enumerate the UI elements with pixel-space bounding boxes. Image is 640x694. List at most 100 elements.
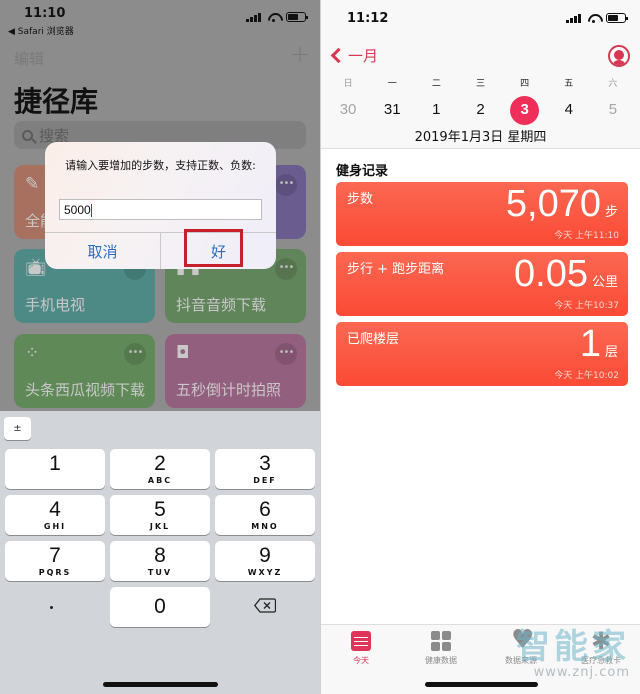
back-to-safari-link[interactable]: ◀ Safari 浏览器	[8, 24, 74, 37]
status-time: 11:12	[347, 11, 389, 26]
key-6[interactable]: 6 MNO	[215, 495, 315, 535]
key-letters: WXYZ	[247, 568, 283, 577]
page-title: 捷径库	[14, 85, 99, 118]
grid-icon	[431, 631, 451, 651]
watermark-logo: 智能家	[516, 627, 630, 667]
metric-value: 1	[579, 323, 601, 365]
weekday-header: 日 一 二 三 四 五 六	[326, 76, 635, 89]
key-letters: ABC	[147, 476, 173, 485]
steps-input[interactable]: 5000	[59, 199, 262, 220]
key-letters: PQRS	[38, 568, 72, 577]
tab-bar: 今天 健康数据 数据来源 医疗急救卡 智能家 www.znj.com	[321, 624, 640, 694]
metric-unit: 公里	[591, 275, 618, 290]
back-label: 一月	[348, 47, 379, 65]
metric-unit: 步	[604, 205, 618, 220]
weekday-label: 一	[387, 79, 397, 89]
status-icons	[566, 13, 628, 23]
key-letters: MNO	[251, 522, 279, 531]
battery-icon	[286, 12, 308, 22]
key-9[interactable]: 9 WXYZ	[215, 541, 315, 581]
day-cell[interactable]: 5	[591, 96, 635, 124]
tab-today[interactable]: 今天	[329, 631, 393, 666]
key-1[interactable]: 1	[5, 449, 105, 489]
key-digit: 0	[154, 595, 166, 618]
day-cell[interactable]: 1	[414, 96, 458, 124]
key-0[interactable]: 0	[110, 587, 210, 627]
distance-card[interactable]: 步行 + 跑步距离 0.05 公里 今天 上午10:37	[336, 252, 628, 316]
shortcut-card[interactable]: ◘ ••• 五秒倒计时拍照	[165, 334, 306, 408]
weekday-label: 五	[564, 79, 574, 89]
shortcut-label: 五秒倒计时拍照	[176, 381, 282, 399]
home-indicator	[425, 682, 538, 687]
day-cell[interactable]: 30	[326, 96, 370, 124]
floors-card[interactable]: 已爬楼层 1层 今天 上午10:02	[336, 322, 628, 386]
decimal-key[interactable]	[50, 606, 53, 609]
day-number: 1	[432, 101, 441, 118]
key-digit: 5	[154, 498, 166, 521]
delete-key-icon[interactable]	[254, 598, 276, 613]
calendar-icon	[351, 631, 371, 651]
home-indicator	[103, 682, 218, 687]
key-digit: 6	[259, 498, 271, 521]
weekday-label: 四	[520, 79, 530, 89]
day-number: 2	[476, 101, 485, 118]
metric-time: 今天 上午10:02	[554, 371, 619, 381]
key-digit: 8	[154, 544, 166, 567]
metric-value: 0.05	[514, 253, 588, 295]
spinner-icon: ⁘	[25, 343, 40, 363]
day-number: 3	[510, 96, 540, 125]
tab-health-data[interactable]: 健康数据	[409, 631, 473, 666]
metric-time: 今天 上午10:37	[554, 301, 619, 311]
key-letters: TUV	[147, 568, 173, 577]
steps-card[interactable]: 步数 5,070 步 今天 上午11:10	[336, 182, 628, 246]
steps-input-value: 5000	[64, 203, 91, 217]
selected-date-label: 2019年1月3日 星期四	[414, 130, 547, 145]
add-shortcut-button[interactable]: +	[290, 40, 310, 68]
magic-wand-icon: ✎	[25, 174, 40, 194]
more-icon[interactable]: •••	[124, 343, 146, 365]
key-3[interactable]: 3 DEF	[215, 449, 315, 489]
camera-icon: ◘	[176, 343, 190, 363]
ok-button-highlight	[184, 229, 243, 267]
watermark: 智能家 www.znj.com	[516, 629, 630, 680]
cancel-button[interactable]: 取消	[45, 233, 160, 269]
signal-icon	[246, 12, 261, 22]
key-5[interactable]: 5 JKL	[110, 495, 210, 535]
weekday-label: 二	[431, 79, 441, 89]
week-day-strip: 30 31 1 2 3 4 5	[326, 96, 635, 125]
more-icon[interactable]: •••	[275, 258, 297, 280]
day-number: 31	[383, 101, 401, 118]
wifi-icon	[587, 14, 600, 23]
key-2[interactable]: 2 ABC	[110, 449, 210, 489]
key-digit: 3	[259, 452, 271, 475]
battery-icon	[606, 13, 628, 23]
shortcut-card[interactable]: ⁘ ••• 头条西瓜视频下载	[14, 334, 155, 408]
shortcuts-screen: 11:10 ◀ Safari 浏览器 编辑 + 捷径库 搜索 ✎ 全能 ••• …	[0, 0, 320, 694]
metric-name: 步行 + 跑步距离	[347, 262, 445, 277]
shortcut-label: 头条西瓜视频下载	[25, 381, 146, 399]
watermark-url: www.znj.com	[533, 665, 630, 680]
numeric-keyboard: ± 1 2 ABC 3 DEF 4 GHI 5 JKL 6 MNO 7 PQRS 8 TUV …	[0, 411, 320, 694]
key-8[interactable]: 8 TUV	[110, 541, 210, 581]
status-icons	[246, 12, 308, 22]
more-icon[interactable]: •••	[275, 343, 297, 365]
more-icon[interactable]: •••	[275, 174, 297, 196]
profile-avatar-icon[interactable]	[608, 45, 630, 67]
key-7[interactable]: 7 PQRS	[5, 541, 105, 581]
metric-unit: 层	[604, 345, 618, 360]
day-cell[interactable]: 2	[458, 96, 502, 124]
shortcut-label: 手机电视	[25, 296, 86, 314]
signal-icon	[566, 13, 581, 23]
key-digit: 9	[259, 544, 271, 567]
day-cell-selected[interactable]: 3	[503, 96, 547, 125]
back-to-month-button[interactable]: 一月	[329, 45, 378, 66]
section-title: 健身记录	[336, 164, 389, 179]
search-icon	[22, 129, 33, 141]
edit-button[interactable]: 编辑	[14, 48, 44, 69]
key-digit: 4	[49, 498, 61, 521]
metric-name: 已爬楼层	[347, 332, 400, 347]
plus-minus-key[interactable]: ±	[4, 417, 31, 440]
day-cell[interactable]: 31	[370, 96, 414, 124]
day-cell[interactable]: 4	[547, 96, 591, 124]
key-4[interactable]: 4 GHI	[5, 495, 105, 535]
